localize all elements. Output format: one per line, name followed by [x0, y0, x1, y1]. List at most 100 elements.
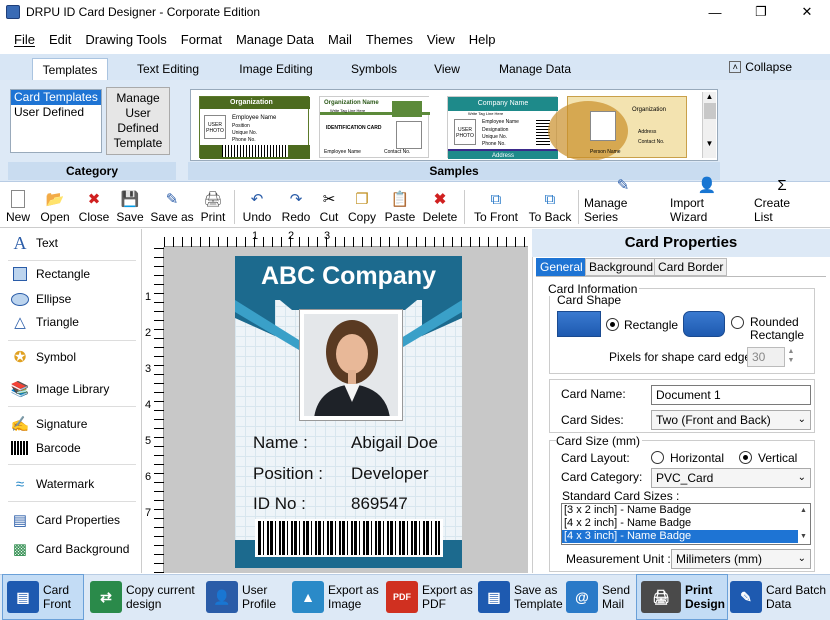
sample2-tag: Write Tag Line Here — [330, 108, 366, 113]
save-as-button[interactable]: ✎ Save as — [150, 186, 194, 228]
size-item[interactable]: [3 x 2 inch] - Name Badge — [562, 504, 810, 517]
card-barcode[interactable] — [255, 519, 443, 557]
sample-template-3[interactable]: Company Name Write Tag Line Here USER PH… — [447, 96, 558, 159]
close-window-button[interactable]: ✕ — [784, 0, 830, 24]
tab-templates[interactable]: Templates — [32, 58, 108, 80]
menu-manage-data[interactable]: Manage Data — [236, 32, 314, 47]
create-list-button[interactable]: Σ Create List — [754, 177, 810, 228]
tab-image-editing[interactable]: Image Editing — [228, 58, 324, 80]
tool-image-library[interactable]: 📚 Image Library — [10, 380, 110, 398]
close-button[interactable]: ✖ Close — [78, 186, 110, 228]
pixels-input[interactable]: 30 — [747, 347, 785, 367]
standard-sizes-list[interactable]: [3 x 2 inch] - Name Badge [4 x 2 inch] -… — [561, 503, 811, 545]
card-name-input[interactable]: Document 1 — [651, 385, 811, 405]
menu-format[interactable]: Format — [181, 32, 222, 47]
print-button[interactable]: 🖨 Print — [198, 186, 228, 228]
tool-symbol[interactable]: ✪ Symbol — [10, 348, 76, 366]
tool-card-background[interactable]: ▩ Card Background — [10, 540, 129, 558]
copy-current-design-button[interactable]: ⇄ Copy current design — [90, 574, 202, 620]
tab-view[interactable]: View — [424, 58, 470, 80]
delete-button[interactable]: ✖ Delete — [422, 186, 458, 228]
scroll-up-icon[interactable]: ▲ — [703, 92, 716, 101]
print-design-button[interactable]: 🖨 Print Design — [636, 574, 728, 620]
tab-symbols[interactable]: Symbols — [340, 58, 408, 80]
menu-file[interactable]: File — [14, 32, 35, 47]
category-list[interactable]: Card Templates User Defined — [10, 89, 102, 153]
undo-icon: ↶ — [250, 191, 264, 208]
measurement-unit-select[interactable]: Milimeters (mm) ⌄ — [671, 549, 811, 569]
import-wizard-button[interactable]: 👤 Import Wizard — [670, 177, 744, 228]
tool-rectangle[interactable]: Rectangle — [10, 265, 90, 283]
to-front-button[interactable]: ⧉ To Front — [470, 186, 522, 228]
open-button[interactable]: 📂 Open — [38, 186, 72, 228]
manage-series-button[interactable]: ✎ Manage Series — [584, 177, 662, 228]
card-field-name-label[interactable]: Name : — [253, 433, 308, 453]
card-front-button[interactable]: ▤ Card Front — [2, 574, 84, 620]
card-field-position-label[interactable]: Position : — [253, 464, 323, 484]
sizes-scrollbar[interactable]: ▲ ▼ — [797, 504, 810, 544]
menu-edit[interactable]: Edit — [49, 32, 71, 47]
pixels-spinner[interactable]: ▲ ▼ — [785, 347, 797, 367]
tab-text-editing[interactable]: Text Editing — [126, 58, 210, 80]
tab-manage-data[interactable]: Manage Data — [488, 58, 582, 80]
size-item[interactable]: [4 x 2 inch] - Name Badge — [562, 517, 810, 530]
menu-themes[interactable]: Themes — [366, 32, 413, 47]
maximize-button[interactable]: ❐ — [738, 0, 784, 24]
send-mail-button[interactable]: @ Send Mail — [566, 574, 634, 620]
save-button[interactable]: 💾 Save — [116, 186, 144, 228]
tool-watermark[interactable]: ≈ Watermark — [10, 475, 94, 493]
tool-barcode[interactable]: Barcode — [10, 439, 81, 457]
scroll-down-icon[interactable]: ▼ — [703, 139, 716, 148]
to-back-button[interactable]: ⧉ To Back — [528, 186, 572, 228]
undo-button[interactable]: ↶ Undo — [240, 186, 274, 228]
card-sides-select[interactable]: Two (Front and Back) ⌄ — [651, 410, 811, 430]
shape-rectangle-radio[interactable] — [606, 318, 619, 331]
collapse-button[interactable]: ˄ Collapse — [729, 60, 792, 74]
save-as-template-button[interactable]: ▤ Save as Template — [478, 574, 564, 620]
card-field-id-label[interactable]: ID No : — [253, 494, 306, 514]
minimize-button[interactable]: — — [692, 0, 738, 24]
size-item-selected[interactable]: [4 x 3 inch] - Name Badge — [562, 530, 798, 543]
card-field-position-value[interactable]: Developer — [351, 464, 429, 484]
paste-button[interactable]: 📋 Paste — [382, 186, 418, 228]
tool-triangle[interactable]: △ Triangle — [10, 313, 79, 331]
export-pdf-button[interactable]: PDF Export as PDF — [386, 574, 474, 620]
card-category-select[interactable]: PVC_Card ⌄ — [651, 468, 811, 488]
menu-help[interactable]: Help — [469, 32, 496, 47]
manage-user-defined-template-button[interactable]: Manage User Defined Template — [106, 87, 170, 155]
card-photo[interactable] — [299, 309, 403, 421]
id-card-front[interactable]: ABC Company Name : Abigail Doe Position … — [235, 256, 462, 568]
category-group-label: Category — [8, 162, 176, 180]
card-batch-data-button[interactable]: ✎ Card Batch Data — [730, 574, 828, 620]
user-profile-button[interactable]: 👤 User Profile — [206, 574, 286, 620]
tool-card-properties[interactable]: ▤ Card Properties — [10, 511, 120, 529]
shape-rounded-radio[interactable] — [731, 316, 744, 329]
card-field-name-value[interactable]: Abigail Doe — [351, 433, 438, 453]
tab-general[interactable]: General — [536, 258, 587, 276]
sample-template-1[interactable]: Organization USER PHOTO Employee Name Po… — [199, 96, 310, 159]
menu-mail[interactable]: Mail — [328, 32, 352, 47]
layout-vertical-radio[interactable] — [739, 451, 752, 464]
sample1-org: Organization — [200, 97, 310, 109]
sample-template-4[interactable]: Organization Address Contact No. Person … — [548, 96, 687, 160]
category-user-defined[interactable]: User Defined — [11, 105, 101, 120]
tool-text[interactable]: A Text — [10, 233, 59, 253]
layout-horizontal-radio[interactable] — [651, 451, 664, 464]
cut-button[interactable]: ✂ Cut — [316, 186, 342, 228]
tab-background[interactable]: Background — [585, 258, 658, 276]
new-button[interactable]: New — [4, 186, 32, 228]
tool-ellipse[interactable]: Ellipse — [10, 290, 71, 308]
card-field-id-value[interactable]: 869547 — [351, 494, 408, 514]
copy-button[interactable]: ❐ Copy — [346, 186, 378, 228]
category-card-templates[interactable]: Card Templates — [11, 90, 101, 105]
export-image-button[interactable]: ▲ Export as Image — [292, 574, 384, 620]
sample-template-2[interactable]: Organization Name Write Tag Line Here ID… — [319, 96, 430, 158]
samples-scrollbar[interactable]: ▲ ▼ — [702, 92, 716, 158]
menu-view[interactable]: View — [427, 32, 455, 47]
card-company-name[interactable]: ABC Company — [235, 262, 462, 291]
tab-card-border[interactable]: Card Border — [654, 258, 728, 276]
menu-drawing-tools[interactable]: Drawing Tools — [85, 32, 166, 47]
measurement-unit-label: Measurement Unit : — [566, 552, 671, 566]
tool-signature[interactable]: ✍ Signature — [10, 415, 88, 433]
redo-button[interactable]: ↷ Redo — [280, 186, 312, 228]
